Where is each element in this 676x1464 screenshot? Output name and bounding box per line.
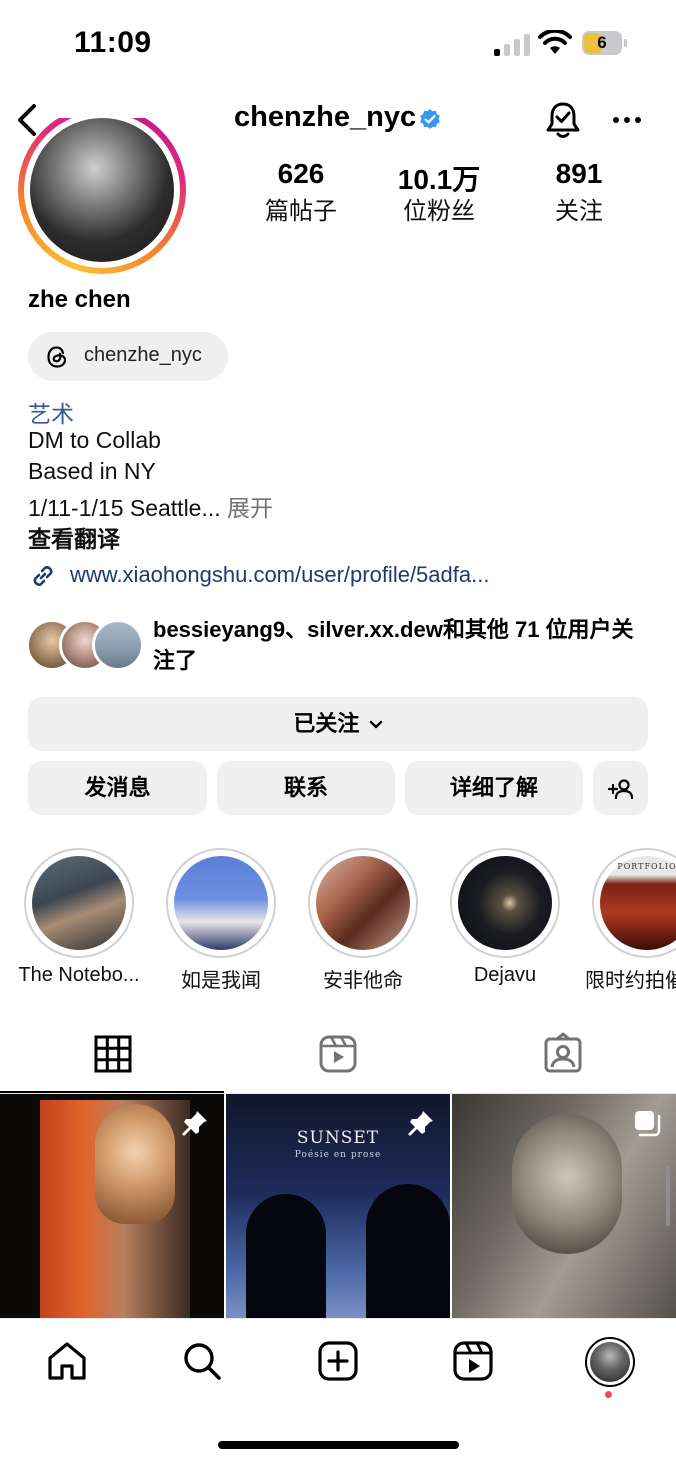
following-button-label: 已关注 [293, 711, 360, 736]
highlight-label: Dejavu [473, 964, 537, 986]
home-icon[interactable] [46, 1340, 88, 1382]
highlight-label: 如是我闻 [181, 970, 261, 992]
add-person-icon [607, 779, 633, 800]
status-time: 11:09 [74, 26, 152, 59]
more-options-icon[interactable] [610, 107, 644, 133]
wifi-icon [538, 30, 572, 54]
contact-button[interactable]: 联系 [217, 761, 395, 815]
story-highlight[interactable] [166, 848, 276, 958]
posts-count[interactable]: 626 [241, 158, 361, 190]
story-highlight[interactable] [450, 848, 560, 958]
bio-line-2: Based in NY [28, 458, 156, 484]
posts-label[interactable]: 篇帖子 [241, 191, 361, 226]
verified-badge-icon [420, 109, 440, 129]
bio-line-3-text: 1/11-1/15 Seattle... [28, 495, 221, 521]
post-tile[interactable]: SUNSET Poésie en prose [226, 1094, 450, 1318]
reels-tab-icon[interactable] [318, 1032, 358, 1076]
mutual-follower-avatar [92, 619, 144, 671]
profile-external-link[interactable]: www.xiaohongshu.com/user/profile/5adfa..… [70, 562, 489, 588]
profile-username: chenzhe_nyc [234, 101, 417, 133]
notification-bell-icon[interactable] [544, 100, 582, 140]
battery-icon: 6 [582, 31, 628, 55]
tagged-icon[interactable] [543, 1032, 583, 1076]
mutual-follower-names: bessieyang9、silver.xx.dew [153, 617, 443, 642]
following-button[interactable]: 已关注 [28, 697, 648, 751]
threads-icon [47, 346, 67, 368]
grid-icon[interactable] [93, 1032, 133, 1076]
highlight-label: 限时约拍催 [585, 970, 676, 992]
profile-tab-avatar[interactable] [585, 1337, 635, 1387]
profile-full-name: zhe chen [28, 286, 131, 313]
chevron-down-icon [369, 720, 382, 729]
search-icon[interactable] [181, 1340, 223, 1382]
home-indicator[interactable] [218, 1441, 459, 1449]
mutual-followers-text[interactable]: bessieyang9、silver.xx.dew和其他 71 位用户关注了 [153, 614, 643, 676]
pinned-post-icon [182, 1111, 207, 1136]
following-count[interactable]: 891 [519, 158, 639, 190]
highlight-label: The Notebo... [18, 964, 140, 986]
threads-handle: chenzhe_nyc [84, 344, 202, 366]
story-highlight[interactable] [24, 848, 134, 958]
post-caption-subtitle: Poésie en prose [294, 1150, 382, 1160]
highlight-cover-text: PORTFOLIO [617, 862, 676, 871]
battery-level: 6 [597, 33, 607, 52]
expand-bio-link[interactable]: 展开 [227, 495, 273, 521]
scroll-indicator [666, 1166, 670, 1226]
following-label[interactable]: 关注 [519, 191, 639, 226]
threads-badge-button[interactable]: chenzhe_nyc [28, 332, 228, 381]
suggested-people-button[interactable] [593, 761, 648, 815]
post-tile[interactable] [452, 1094, 676, 1318]
bio-line-3: 1/11-1/15 Seattle... 展开 [28, 489, 273, 523]
notification-dot [605, 1391, 612, 1398]
reels-icon[interactable] [452, 1340, 494, 1382]
profile-avatar[interactable] [18, 118, 186, 276]
link-icon [33, 566, 53, 586]
see-translation-link[interactable]: 查看翻译 [28, 520, 120, 554]
learn-more-button[interactable]: 详细了解 [405, 761, 583, 815]
multiple-photos-icon [635, 1111, 661, 1137]
message-button[interactable]: 发消息 [28, 761, 207, 815]
story-highlight[interactable] [308, 848, 418, 958]
story-highlight[interactable]: PORTFOLIO [592, 848, 676, 958]
pinned-post-icon [408, 1111, 433, 1136]
post-tile[interactable] [0, 1094, 224, 1318]
cellular-signal-icon [494, 34, 530, 56]
followers-label[interactable]: 位粉丝 [379, 191, 499, 226]
highlight-label: 安非他命 [323, 970, 403, 992]
create-post-icon[interactable] [317, 1340, 359, 1382]
profile-category: 艺术 [28, 401, 74, 427]
bio-line-1: DM to Collab [28, 427, 161, 453]
